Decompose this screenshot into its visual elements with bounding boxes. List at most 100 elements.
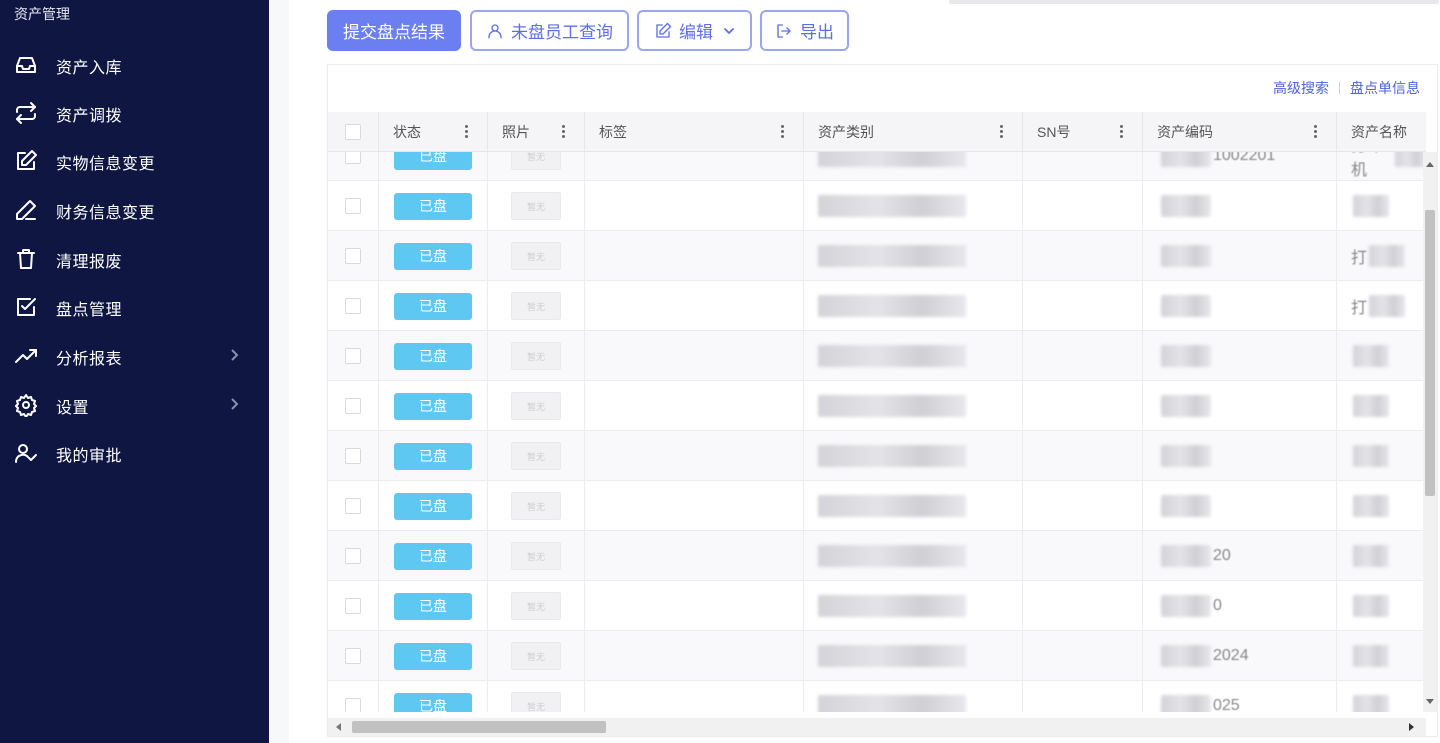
row-checkbox[interactable] bbox=[345, 398, 361, 414]
table-row[interactable]: 已盘 暂无 1002201 打印机 bbox=[328, 152, 1426, 181]
main-area: 提交盘点结果 未盘员工查询 编辑 导出 高级搜索 盘点单信息 状态 照片 标签 … bbox=[269, 0, 1440, 743]
row-checkbox[interactable] bbox=[345, 298, 361, 314]
table-row[interactable]: 已盘 暂无 bbox=[328, 431, 1426, 481]
redacted-code bbox=[1161, 545, 1211, 567]
photo-placeholder[interactable]: 暂无 bbox=[511, 292, 561, 320]
photo-placeholder[interactable]: 暂无 bbox=[511, 392, 561, 420]
row-select[interactable] bbox=[328, 681, 379, 712]
sidebar-item-label: 分析报表 bbox=[56, 351, 123, 368]
sn-cell bbox=[1023, 181, 1143, 231]
sidebar-item-settings[interactable]: 设置 bbox=[0, 380, 269, 428]
redacted-name bbox=[1353, 495, 1389, 517]
table-row[interactable]: 已盘 暂无 打 bbox=[328, 231, 1426, 281]
row-select[interactable] bbox=[328, 631, 379, 681]
tag-cell bbox=[585, 331, 804, 381]
column-header-sn[interactable]: SN号 bbox=[1023, 112, 1143, 152]
column-menu-icon[interactable] bbox=[1314, 124, 1318, 140]
column-menu-icon[interactable] bbox=[1000, 124, 1004, 140]
column-header-asset-name[interactable]: 资产名称 bbox=[1337, 112, 1426, 152]
row-select[interactable] bbox=[328, 152, 379, 181]
row-checkbox[interactable] bbox=[345, 348, 361, 364]
header-select-all[interactable] bbox=[328, 112, 379, 152]
edit-dropdown-button[interactable]: 编辑 bbox=[637, 10, 752, 51]
row-select[interactable] bbox=[328, 531, 379, 581]
column-menu-icon[interactable] bbox=[781, 124, 785, 140]
photo-cell: 暂无 bbox=[488, 431, 585, 481]
photo-placeholder[interactable]: 暂无 bbox=[511, 542, 561, 570]
photo-cell: 暂无 bbox=[488, 381, 585, 431]
horizontal-scroll-thumb[interactable] bbox=[352, 721, 606, 733]
table-row[interactable]: 已盘 暂无 bbox=[328, 481, 1426, 531]
sidebar-item-physical-change[interactable]: 实物信息变更 bbox=[0, 136, 269, 184]
row-select[interactable] bbox=[328, 581, 379, 631]
photo-placeholder[interactable]: 暂无 bbox=[511, 342, 561, 370]
scroll-left-arrow-icon[interactable] bbox=[336, 723, 341, 731]
row-select[interactable] bbox=[328, 181, 379, 231]
photo-placeholder[interactable]: 暂无 bbox=[511, 152, 561, 170]
photo-placeholder[interactable]: 暂无 bbox=[511, 192, 561, 220]
sidebar-item-reports[interactable]: 分析报表 bbox=[0, 331, 269, 379]
row-checkbox[interactable] bbox=[345, 648, 361, 664]
column-menu-icon[interactable] bbox=[562, 124, 566, 140]
pencil-icon bbox=[13, 197, 39, 223]
table-row[interactable]: 已盘 暂无 打 bbox=[328, 281, 1426, 331]
row-select[interactable] bbox=[328, 431, 379, 481]
vertical-scroll-thumb[interactable] bbox=[1425, 210, 1435, 496]
row-select[interactable] bbox=[328, 231, 379, 281]
sidebar-item-finance-change[interactable]: 财务信息变更 bbox=[0, 185, 269, 233]
photo-placeholder[interactable]: 暂无 bbox=[511, 442, 561, 470]
row-checkbox[interactable] bbox=[345, 198, 361, 214]
photo-placeholder[interactable]: 暂无 bbox=[511, 592, 561, 620]
table-row[interactable]: 已盘 暂无 025 bbox=[328, 681, 1426, 712]
asset-code-cell bbox=[1143, 481, 1337, 531]
sidebar-item-my-approval[interactable]: 我的审批 bbox=[0, 428, 269, 476]
column-header-category[interactable]: 资产类别 bbox=[804, 112, 1023, 152]
row-checkbox[interactable] bbox=[345, 448, 361, 464]
column-header-photo[interactable]: 照片 bbox=[488, 112, 585, 152]
row-checkbox[interactable] bbox=[345, 698, 361, 712]
category-cell bbox=[804, 181, 1023, 231]
submit-inventory-button[interactable]: 提交盘点结果 bbox=[327, 10, 461, 51]
sn-cell bbox=[1023, 281, 1143, 331]
scroll-down-arrow-icon[interactable] bbox=[1426, 699, 1434, 704]
horizontal-scrollbar[interactable] bbox=[328, 718, 1426, 736]
column-menu-icon[interactable] bbox=[1120, 124, 1124, 140]
table-row[interactable]: 已盘 暂无 0 bbox=[328, 581, 1426, 631]
row-checkbox[interactable] bbox=[345, 248, 361, 264]
scroll-right-arrow-icon[interactable] bbox=[1409, 723, 1414, 731]
sidebar-item-inventory[interactable]: 盘点管理 bbox=[0, 282, 269, 330]
row-select[interactable] bbox=[328, 381, 379, 431]
sidebar-item-disposal[interactable]: 清理报废 bbox=[0, 234, 269, 282]
sidebar: 资产管理 资产入库 资产调拨 实物信息变更 财务信息变更 清理报废 盘点管理 分… bbox=[0, 0, 269, 743]
unchecked-staff-button[interactable]: 未盘员工查询 bbox=[470, 10, 629, 51]
column-header-status[interactable]: 状态 bbox=[379, 112, 488, 152]
row-select[interactable] bbox=[328, 481, 379, 531]
photo-placeholder[interactable]: 暂无 bbox=[511, 692, 561, 712]
row-select[interactable] bbox=[328, 281, 379, 331]
asset-code-visible: 1002201 bbox=[1213, 152, 1276, 164]
asset-code-visible: 025 bbox=[1213, 697, 1240, 712]
row-checkbox[interactable] bbox=[345, 598, 361, 614]
table-row[interactable]: 已盘 暂无 20 bbox=[328, 531, 1426, 581]
table-row[interactable]: 已盘 暂无 bbox=[328, 381, 1426, 431]
row-select[interactable] bbox=[328, 331, 379, 381]
table-row[interactable]: 已盘 暂无 bbox=[328, 181, 1426, 231]
table-row[interactable]: 已盘 暂无 bbox=[328, 331, 1426, 381]
column-menu-icon[interactable] bbox=[465, 124, 469, 140]
select-all-checkbox[interactable] bbox=[345, 124, 361, 140]
table-row[interactable]: 已盘 暂无 2024 bbox=[328, 631, 1426, 681]
column-header-asset-code[interactable]: 资产编码 bbox=[1143, 112, 1337, 152]
photo-placeholder[interactable]: 暂无 bbox=[511, 242, 561, 270]
photo-placeholder[interactable]: 暂无 bbox=[511, 492, 561, 520]
row-checkbox[interactable] bbox=[345, 498, 361, 514]
vertical-scrollbar[interactable] bbox=[1423, 152, 1437, 712]
photo-placeholder[interactable]: 暂无 bbox=[511, 642, 561, 670]
sidebar-item-asset-inbound[interactable]: 资产入库 bbox=[0, 40, 269, 88]
row-checkbox[interactable] bbox=[345, 548, 361, 564]
sidebar-item-asset-transfer[interactable]: 资产调拨 bbox=[0, 88, 269, 136]
scroll-up-arrow-icon[interactable] bbox=[1426, 162, 1434, 167]
column-header-tag[interactable]: 标签 bbox=[585, 112, 804, 152]
row-checkbox[interactable] bbox=[345, 152, 361, 164]
export-button[interactable]: 导出 bbox=[760, 10, 849, 51]
redacted-category bbox=[818, 295, 966, 317]
